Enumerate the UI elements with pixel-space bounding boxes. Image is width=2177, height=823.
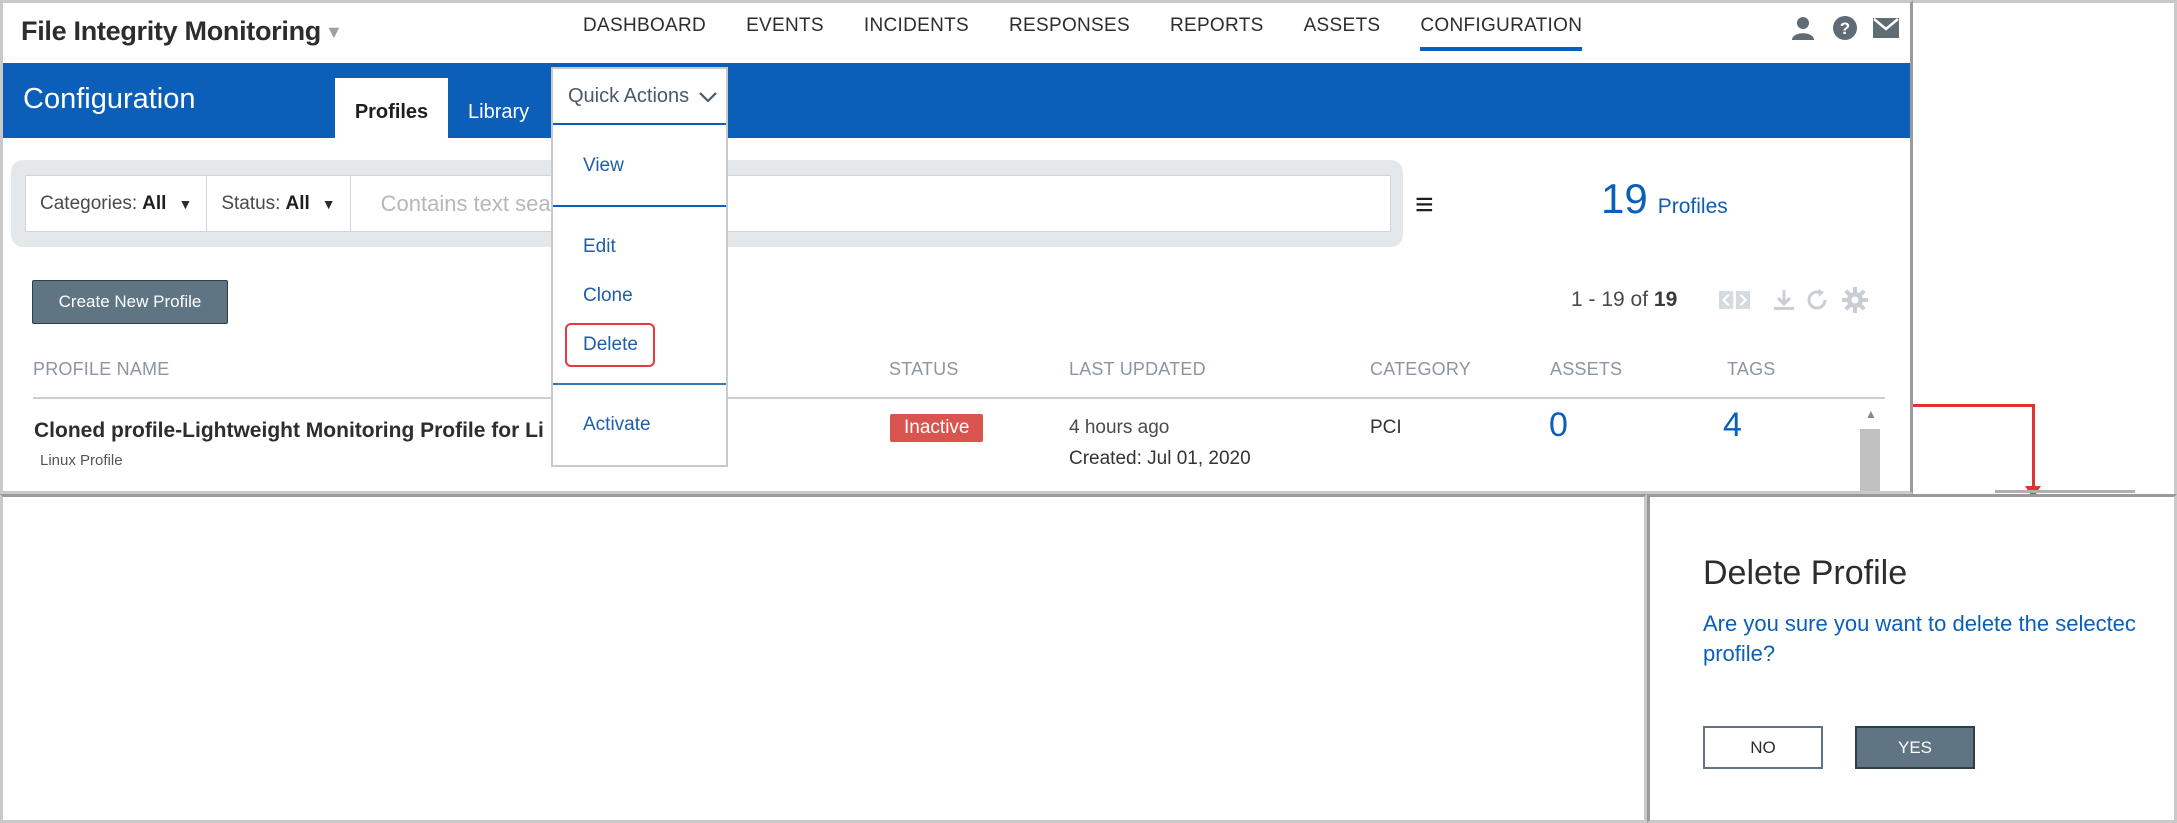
status-filter-value: All bbox=[285, 192, 310, 214]
dialog-message: Are you sure you want to delete the sele… bbox=[1703, 609, 2174, 669]
svg-text:?: ? bbox=[1840, 19, 1850, 38]
column-tags[interactable]: TAGS bbox=[1727, 359, 1775, 380]
user-icon[interactable] bbox=[1790, 15, 1816, 41]
menu-item-activate[interactable]: Activate bbox=[583, 414, 651, 436]
column-status[interactable]: STATUS bbox=[889, 359, 959, 380]
last-updated: 4 hours ago bbox=[1069, 417, 1170, 438]
gear-icon[interactable] bbox=[1839, 285, 1871, 315]
app-title: File Integrity Monitoring bbox=[21, 16, 321, 46]
menu-divider bbox=[553, 205, 726, 207]
status-filter[interactable]: Status: All ▼ bbox=[207, 176, 351, 231]
nav-assets[interactable]: ASSETS bbox=[1304, 15, 1381, 51]
table-header: PROFILE NAME STATUS LAST UPDATED CATEGOR… bbox=[33, 359, 1885, 399]
yes-button[interactable]: YES bbox=[1855, 726, 1975, 769]
quick-actions-dropdown: Quick Actions View Edit Clone Delete Act… bbox=[551, 67, 728, 467]
menu-item-clone[interactable]: Clone bbox=[583, 285, 633, 307]
categories-filter-label: Categories: bbox=[40, 192, 138, 214]
category-value: PCI bbox=[1370, 417, 1402, 438]
refresh-icon[interactable] bbox=[1801, 285, 1833, 315]
menu-item-delete[interactable]: Delete bbox=[583, 334, 638, 356]
nav-responses[interactable]: RESPONSES bbox=[1009, 15, 1130, 51]
nav-reports[interactable]: REPORTS bbox=[1170, 15, 1264, 51]
status-caret-icon: ▼ bbox=[321, 195, 336, 212]
delete-profile-dialog: Delete Profile Are you sure you want to … bbox=[1647, 494, 2177, 823]
menu-divider bbox=[553, 383, 726, 385]
quick-actions-toggle[interactable]: Quick Actions bbox=[553, 69, 726, 125]
quick-actions-label: Quick Actions bbox=[568, 84, 690, 107]
categories-filter[interactable]: Categories: All ▼ bbox=[26, 176, 208, 231]
top-nav: DASHBOARD EVENTS INCIDENTS RESPONSES REP… bbox=[583, 15, 1622, 51]
categories-caret-icon: ▼ bbox=[178, 195, 193, 212]
create-new-profile-button[interactable]: Create New Profile bbox=[32, 280, 228, 324]
mail-icon[interactable] bbox=[1873, 15, 1899, 41]
column-category[interactable]: CATEGORY bbox=[1370, 359, 1471, 380]
menu-item-view[interactable]: View bbox=[583, 155, 624, 177]
search-input[interactable] bbox=[350, 176, 1390, 231]
no-button[interactable]: NO bbox=[1703, 726, 1823, 769]
status-filter-label: Status: bbox=[221, 192, 281, 214]
right-frame bbox=[1913, 0, 2177, 496]
menu-item-edit[interactable]: Edit bbox=[583, 236, 616, 258]
created-date: Created: Jul 01, 2020 bbox=[1069, 448, 1251, 469]
main-screenshot: File Integrity Monitoring ▼ DASHBOARD EV… bbox=[0, 0, 1913, 494]
column-assets[interactable]: ASSETS bbox=[1550, 359, 1622, 380]
dialog-edge-mark bbox=[1995, 490, 2135, 493]
status-badge: Inactive bbox=[890, 414, 984, 442]
dialog-title: Delete Profile bbox=[1703, 554, 1908, 592]
nav-incidents[interactable]: INCIDENTS bbox=[864, 15, 969, 51]
page-nav-icon[interactable] bbox=[1719, 285, 1751, 315]
tags-count[interactable]: 4 bbox=[1723, 406, 1742, 445]
nav-configuration[interactable]: CONFIGURATION bbox=[1420, 15, 1583, 51]
configuration-header: Configuration Profiles Library bbox=[3, 63, 1910, 138]
profile-count-label: Profiles bbox=[1657, 195, 1728, 218]
page-title: Configuration bbox=[23, 83, 196, 115]
tab-library[interactable]: Library bbox=[468, 78, 529, 138]
top-bar: File Integrity Monitoring ▼ DASHBOARD EV… bbox=[3, 3, 1910, 63]
assets-count[interactable]: 0 bbox=[1549, 406, 1568, 445]
pager-total: 19 bbox=[1653, 288, 1678, 311]
profile-name[interactable]: Cloned profile-Lightweight Monitoring Pr… bbox=[34, 419, 544, 443]
tab-profiles[interactable]: Profiles bbox=[335, 78, 448, 138]
profile-count: 19 Profiles bbox=[1601, 175, 1728, 223]
hamburger-menu-icon[interactable]: ≡ bbox=[1415, 188, 1434, 220]
app-switcher-caret-icon[interactable]: ▼ bbox=[325, 22, 343, 43]
scroll-up-arrow-icon[interactable]: ▲ bbox=[1865, 407, 1877, 421]
categories-filter-value: All bbox=[142, 192, 167, 214]
nav-events[interactable]: EVENTS bbox=[746, 15, 824, 51]
nav-dashboard[interactable]: DASHBOARD bbox=[583, 15, 706, 51]
profile-count-number: 19 bbox=[1601, 175, 1648, 222]
chevron-down-icon bbox=[698, 87, 718, 110]
column-last-updated[interactable]: LAST UPDATED bbox=[1069, 359, 1206, 380]
table-row[interactable]: Cloned profile-Lightweight Monitoring Pr… bbox=[3, 401, 1883, 491]
help-icon[interactable]: ? bbox=[1832, 15, 1858, 41]
column-profile-name[interactable]: PROFILE NAME bbox=[33, 359, 169, 380]
pager-range: 1 - 19 of bbox=[1571, 288, 1649, 311]
profile-subtitle: Linux Profile bbox=[40, 452, 123, 469]
dialog-message-line: profile? bbox=[1703, 641, 1776, 666]
pager: 1 - 19 of 19 bbox=[1571, 288, 1677, 312]
pointer-arrow-line bbox=[1913, 404, 2035, 407]
dialog-message-line: Are you sure you want to delete the sele… bbox=[1703, 611, 2136, 636]
scrollbar-thumb[interactable] bbox=[1860, 429, 1880, 491]
pointer-arrow-line bbox=[2032, 404, 2035, 492]
lower-empty-region bbox=[0, 494, 1647, 823]
download-icon[interactable] bbox=[1768, 285, 1800, 315]
